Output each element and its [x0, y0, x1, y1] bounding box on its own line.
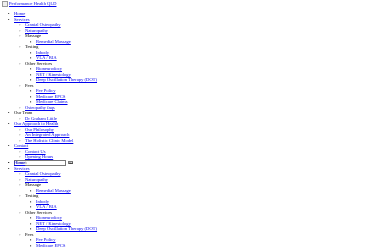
- nav-our-philosophy[interactable]: Our Philosophy: [25, 127, 54, 132]
- nav-naturopathy[interactable]: Naturopathy: [25, 177, 48, 182]
- nav-holistic-clinic-model[interactable]: The Holistic Clinic Model: [25, 138, 73, 143]
- mobile-navigation: Home Services Cranial Osteopathy Naturop…: [0, 160, 97, 248]
- nav-opening-hours[interactable]: Opening Hours: [25, 154, 53, 159]
- nav-medicare-claims[interactable]: Medicare Claims: [36, 99, 68, 104]
- nav-cranial-osteopathy[interactable]: Cranial Osteopathy: [25, 171, 61, 176]
- main-navigation: Home Services Cranial Osteopathy Naturop…: [0, 11, 97, 166]
- nav-naturopathy[interactable]: Naturopathy: [25, 28, 48, 33]
- nav-net-kinesiology[interactable]: NET / Kinesiology: [36, 72, 71, 77]
- nav-deep-oscillation[interactable]: Deep Oscillation Therapy (DOT): [36, 77, 97, 82]
- nav-testing: Testing: [25, 44, 39, 49]
- nav-remedial-massage[interactable]: Remedial Massage: [36, 39, 71, 44]
- nav-contact-us[interactable]: Contact Us: [25, 149, 46, 154]
- nav-our-team: Our Team: [14, 110, 33, 115]
- nav-fee-policy[interactable]: Fee Policy: [36, 88, 56, 93]
- nav-medicare-epcs[interactable]: Medicare EPCS: [36, 243, 65, 248]
- nav-home[interactable]: Home: [14, 160, 25, 165]
- nav-inbody[interactable]: Inbody: [36, 199, 49, 204]
- nav-our-approach[interactable]: Our Approach to Health: [14, 121, 58, 126]
- nav-other-services: Other Services: [25, 209, 53, 215]
- nav-bioneurodocy[interactable]: Bioneurodocy: [36, 215, 62, 220]
- nav-integrated-approach[interactable]: An Integrated Approach: [25, 132, 69, 137]
- nav-home[interactable]: Home: [14, 11, 25, 16]
- nav-contact[interactable]: Contact: [14, 143, 28, 148]
- nav-medicare-epcs[interactable]: Medicare EPCS: [36, 94, 65, 99]
- nav-massage: Massage: [25, 182, 42, 187]
- nav-remedial-massage[interactable]: Remedial Massage: [36, 188, 71, 193]
- nav-testing: Testing: [25, 193, 39, 198]
- nav-net-kinesiology[interactable]: NET / Kinesiology: [36, 221, 71, 226]
- logo-alt-text[interactable]: Performance Health QLD: [9, 1, 56, 7]
- nav-fees: Fees: [25, 231, 34, 237]
- nav-osteopathy-faqs[interactable]: Osteopathy faqs: [25, 105, 55, 110]
- site-logo[interactable]: Performance Health QLD: [2, 1, 56, 7]
- nav-inbody[interactable]: Inbody: [36, 50, 49, 55]
- nav-bioneurodocy[interactable]: Bioneurodocy: [36, 66, 62, 71]
- nav-services[interactable]: Services: [14, 166, 30, 171]
- nav-fees: Fees: [25, 82, 34, 88]
- nav-deep-oscillation[interactable]: Deep Oscillation Therapy (DOT): [36, 226, 97, 231]
- nav-services[interactable]: Services: [14, 17, 30, 22]
- broken-image-icon: [2, 1, 8, 7]
- nav-massage: Massage: [25, 33, 42, 38]
- nav-other-services: Other Services: [25, 60, 53, 66]
- nav-vla-bia[interactable]: VLA / BIA: [36, 204, 57, 209]
- nav-dr-graham-little[interactable]: Dr Graham Little: [25, 116, 57, 121]
- nav-vla-bia[interactable]: VLA / BIA: [36, 55, 57, 60]
- nav-cranial-osteopathy[interactable]: Cranial Osteopathy: [25, 22, 61, 27]
